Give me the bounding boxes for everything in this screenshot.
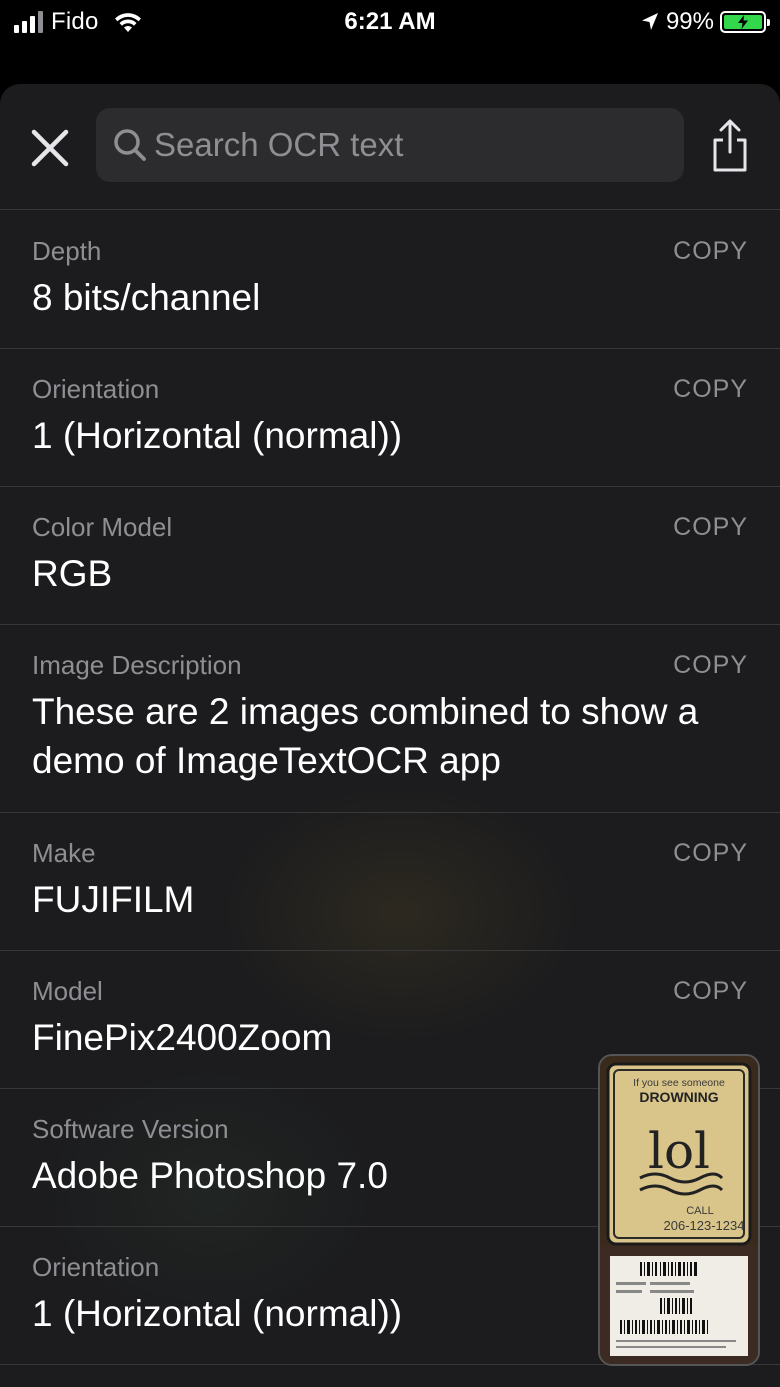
image-thumbnail[interactable]: If you see someone DROWNING lol CALL 206… bbox=[598, 1054, 760, 1366]
close-button[interactable] bbox=[26, 124, 74, 172]
row-label: Make bbox=[32, 838, 96, 868]
copy-button[interactable]: COPY bbox=[673, 837, 748, 869]
row-label: Color Model bbox=[32, 512, 173, 542]
metadata-row-make: Make COPY FUJIFILM bbox=[0, 813, 780, 951]
row-label: Model bbox=[32, 976, 103, 1006]
sign-text: If you see someone bbox=[633, 1077, 725, 1089]
location-arrow-icon bbox=[641, 13, 658, 30]
copy-button[interactable]: COPY bbox=[673, 373, 748, 405]
sign-phone: 206-123-1234 bbox=[664, 1218, 745, 1233]
row-value: These are 2 images combined to show a de… bbox=[32, 691, 699, 781]
battery-icon bbox=[720, 11, 770, 33]
sign-big-text: lol bbox=[648, 1122, 710, 1180]
share-button[interactable] bbox=[706, 118, 754, 174]
metadata-row-image-description: Image Description COPY These are 2 image… bbox=[0, 625, 780, 813]
row-label: Image Description bbox=[32, 650, 242, 680]
copy-button[interactable]: COPY bbox=[673, 649, 748, 681]
row-value: 1 (Horizontal (normal)) bbox=[32, 415, 403, 456]
row-value: RGB bbox=[32, 553, 113, 594]
battery-percent: 99% bbox=[665, 8, 714, 35]
sign-call: CALL bbox=[686, 1205, 714, 1217]
share-icon bbox=[713, 119, 747, 172]
copy-button[interactable]: COPY bbox=[673, 511, 748, 543]
metadata-row-color-model: Color Model COPY RGB bbox=[0, 487, 780, 625]
status-bar: Fido 6:21 AM 99% bbox=[0, 0, 780, 44]
row-value: FUJIFILM bbox=[32, 879, 195, 920]
status-right: 99% bbox=[640, 8, 770, 36]
toolbar bbox=[0, 84, 780, 210]
search-field[interactable] bbox=[96, 108, 684, 182]
row-label: Orientation bbox=[32, 374, 160, 404]
search-input[interactable] bbox=[154, 126, 654, 164]
metadata-row-depth: Depth COPY 8 bits/channel bbox=[0, 211, 780, 349]
row-value: 8 bits/channel bbox=[32, 277, 261, 318]
sign-title: DROWNING bbox=[639, 1089, 718, 1105]
search-icon bbox=[114, 129, 146, 161]
row-label: Depth bbox=[32, 236, 102, 266]
charging-bolt-icon bbox=[738, 15, 748, 29]
close-icon bbox=[31, 129, 69, 167]
copy-button[interactable]: COPY bbox=[673, 975, 748, 1007]
copy-button[interactable]: COPY bbox=[673, 235, 748, 267]
metadata-row-orientation: Orientation COPY 1 (Horizontal (normal)) bbox=[0, 349, 780, 487]
thumbnail-image: If you see someone DROWNING lol CALL 206… bbox=[600, 1056, 758, 1364]
